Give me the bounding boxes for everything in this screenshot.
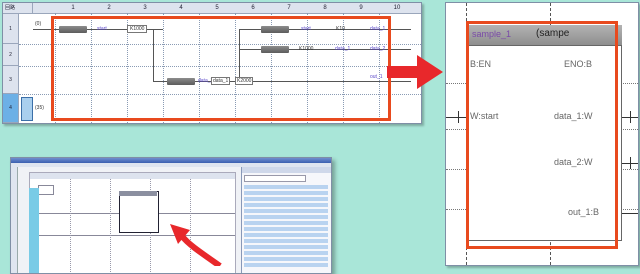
selected-row-marker[interactable]	[21, 97, 33, 121]
step-number: (0)	[35, 21, 42, 27]
column-header: 回路 1 2 3 4 5 6 7 8 9 10	[3, 3, 421, 14]
right-arrow-icon	[387, 55, 443, 89]
column-number: 5	[215, 5, 219, 11]
ladder-editor-panel: 回路 1 2 3 4 5 6 7 8 9 10 1 2 3 4 (0) (35)…	[2, 2, 422, 124]
highlight-box	[466, 21, 618, 249]
column-number: 3	[143, 5, 147, 11]
highlight-box	[51, 16, 391, 121]
step-number: (35)	[35, 105, 44, 111]
thumbnail-selected-column	[29, 188, 39, 273]
column-number: 2	[107, 5, 111, 11]
column-number: 10	[393, 5, 401, 11]
thumbnail-function-block	[119, 191, 159, 233]
function-block-zoom-panel: sample_1 (sampe B:EN ENO:B W:start data_…	[445, 2, 639, 266]
row-number[interactable]: 1	[3, 14, 19, 44]
column-number: 9	[359, 5, 363, 11]
curved-arrow-icon	[170, 224, 222, 266]
thumbnail-function-block-header	[119, 191, 157, 196]
column-number: 4	[179, 5, 183, 11]
column-number: 8	[323, 5, 327, 11]
row-number[interactable]: 3	[3, 66, 19, 94]
row-number[interactable]: 2	[3, 44, 19, 66]
column-number: 7	[287, 5, 291, 11]
column-number: 1	[71, 5, 75, 11]
left-toolbar	[11, 167, 18, 273]
column-number: 6	[251, 5, 255, 11]
thumbnail-side-panel	[241, 167, 331, 273]
row-number-selected[interactable]: 4	[3, 94, 19, 123]
ladder-corner-label: 回路	[3, 3, 33, 13]
